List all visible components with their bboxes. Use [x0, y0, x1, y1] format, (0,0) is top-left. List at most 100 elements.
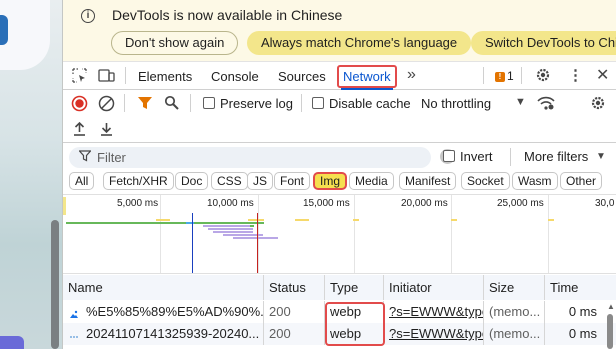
- timeline-bar: [66, 222, 186, 224]
- grid-line: [548, 195, 549, 273]
- timeline-bar: [548, 219, 554, 221]
- type-filter-socket[interactable]: Socket: [461, 172, 510, 190]
- timeline-overview[interactable]: 5,000 ms 10,000 ms 15,000 ms 20,000 ms 2…: [63, 194, 616, 274]
- type-filter-all[interactable]: All: [69, 172, 95, 190]
- type-filter-js[interactable]: JS: [247, 172, 274, 190]
- page-badge-fragment: [0, 336, 24, 349]
- filter-icon: [78, 150, 92, 165]
- type-column-highlight: [325, 302, 385, 346]
- wifi-conditions-icon[interactable]: [537, 95, 555, 114]
- request-initiator-link[interactable]: ?s=EWWW&type: [384, 301, 484, 323]
- type-filter-wasm[interactable]: Wasm: [512, 172, 558, 190]
- inspect-icon[interactable]: [72, 68, 87, 86]
- column-header-name[interactable]: Name: [63, 275, 264, 300]
- request-size: (memo...: [484, 323, 545, 345]
- timeline-tick: 30,0: [595, 198, 615, 209]
- always-match-language-button[interactable]: Always match Chrome's language: [247, 31, 472, 55]
- kebab-menu-icon[interactable]: ⋮: [568, 66, 583, 84]
- more-tabs-chevron-icon[interactable]: »: [407, 66, 416, 84]
- timeline-tick: 10,000 ms: [207, 198, 254, 209]
- tab-network[interactable]: Network: [337, 65, 397, 88]
- devtools-panel: i DevTools is now available in Chinese D…: [62, 0, 616, 349]
- table-scrollbar[interactable]: ▲: [606, 302, 615, 349]
- type-filter-media[interactable]: Media: [349, 172, 394, 190]
- type-filter-css[interactable]: CSS: [211, 172, 248, 190]
- image-file-icon: [69, 329, 79, 344]
- request-name[interactable]: %E5%85%89%E5%AD%90%...: [81, 301, 264, 323]
- device-toolbar-icon[interactable]: [98, 68, 115, 86]
- record-stop-icon[interactable]: [71, 95, 88, 115]
- timeline-tick: 20,000 ms: [401, 198, 448, 209]
- settings-gear-icon[interactable]: [535, 67, 551, 86]
- search-icon[interactable]: [164, 95, 180, 114]
- preserve-log-label: Preserve log: [220, 96, 293, 111]
- timeline-bar: [156, 219, 170, 221]
- tab-sources[interactable]: Sources: [278, 69, 326, 84]
- requests-table: Name Status Type Initiator Size Time %E5…: [63, 275, 616, 349]
- timeline-bar: [250, 225, 254, 227]
- switch-language-button[interactable]: Switch DevTools to Chin: [471, 31, 616, 55]
- disable-cache-label: Disable cache: [329, 96, 411, 111]
- timeline-tick: 25,000 ms: [497, 198, 544, 209]
- type-filter-font[interactable]: Font: [274, 172, 311, 190]
- request-name[interactable]: 20241107141325939-20240...: [81, 323, 264, 345]
- timeline-bar: [213, 231, 253, 233]
- invert-checkbox[interactable]: [443, 150, 455, 162]
- clear-icon[interactable]: [98, 95, 115, 115]
- preserve-log-checkbox[interactable]: [203, 97, 215, 109]
- column-header-type[interactable]: Type: [325, 275, 384, 300]
- dont-show-again-button[interactable]: Don't show again: [111, 31, 239, 55]
- more-filters-dropdown[interactable]: More filters: [524, 149, 588, 164]
- timeline-bar: [248, 219, 264, 221]
- tab-console[interactable]: Console: [211, 69, 259, 84]
- type-filter-other[interactable]: Other: [560, 172, 603, 190]
- issues-counter[interactable]: ! 1: [495, 69, 514, 83]
- filter-funnel-icon[interactable]: [137, 95, 153, 114]
- throttling-select[interactable]: No throttling: [421, 96, 491, 111]
- filter-placeholder: Filter: [97, 150, 126, 165]
- page-scrollbar[interactable]: [51, 220, 59, 349]
- timeline-bar: [203, 225, 253, 227]
- request-status: 200: [264, 301, 325, 323]
- grid-line: [160, 195, 161, 273]
- download-icon[interactable]: [99, 121, 114, 140]
- request-initiator-link[interactable]: ?s=EWWW&type: [384, 323, 484, 345]
- grid-line: [451, 195, 452, 273]
- timeline-bar: [194, 222, 264, 224]
- chevron-down-icon[interactable]: ▼: [596, 151, 606, 162]
- column-header-time[interactable]: Time: [545, 275, 616, 300]
- issues-flag-icon: !: [495, 71, 505, 82]
- close-icon[interactable]: ✕: [596, 65, 609, 85]
- timeline-bar: [353, 219, 359, 221]
- overview-handle[interactable]: [63, 197, 66, 215]
- tab-elements[interactable]: Elements: [138, 69, 192, 84]
- request-status: 200: [264, 323, 325, 345]
- type-filter-fetch-xhr[interactable]: Fetch/XHR: [103, 172, 174, 190]
- column-header-initiator[interactable]: Initiator: [384, 275, 484, 300]
- filter-bar: Filter ✕ Invert More filters ▼: [63, 145, 616, 169]
- chevron-down-icon[interactable]: ▼: [515, 96, 526, 108]
- network-settings-gear-icon[interactable]: [590, 95, 606, 114]
- dom-content-loaded-marker: [192, 213, 193, 273]
- network-toolbar-secondary: [63, 117, 616, 143]
- timeline-bar: [233, 237, 278, 239]
- filter-input[interactable]: Filter ✕: [69, 147, 455, 168]
- banner-message: DevTools is now available in Chinese: [112, 7, 343, 23]
- image-file-icon: [69, 307, 79, 322]
- timeline-bar: [451, 219, 457, 221]
- column-header-size[interactable]: Size: [484, 275, 545, 300]
- language-banner: i DevTools is now available in Chinese D…: [63, 0, 616, 62]
- resource-type-filter-bar: All Fetch/XHR Doc CSS JS Font Img Media …: [63, 170, 616, 192]
- disable-cache-checkbox[interactable]: [312, 97, 324, 109]
- grid-line: [354, 195, 355, 273]
- info-icon: i: [81, 9, 95, 23]
- type-filter-img[interactable]: Img: [313, 172, 348, 190]
- request-time: 0 ms: [568, 326, 597, 341]
- request-time: 0 ms: [568, 304, 597, 319]
- timeline-bar: [295, 219, 309, 221]
- upload-icon[interactable]: [72, 121, 87, 140]
- type-filter-manifest[interactable]: Manifest: [399, 172, 457, 190]
- column-header-status[interactable]: Status: [264, 275, 325, 300]
- type-filter-doc[interactable]: Doc: [175, 172, 209, 190]
- timeline-tick: 15,000 ms: [303, 198, 350, 209]
